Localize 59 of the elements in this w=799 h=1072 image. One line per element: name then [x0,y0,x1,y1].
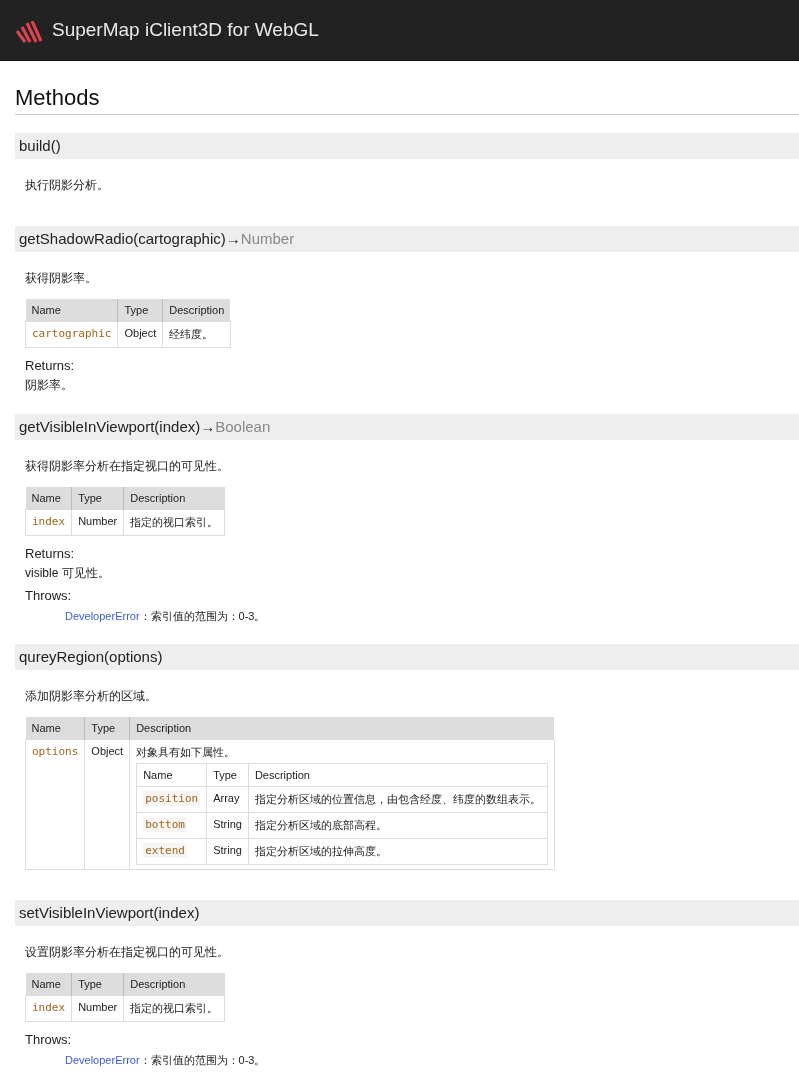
error-link[interactable]: DeveloperError [65,1054,140,1066]
throws-text: DeveloperError：索引值的范围为：0-3。 [64,1053,267,1068]
method-description: 添加阴影率分析的区域。 [25,688,158,705]
site-title[interactable]: SuperMap iClient3D for WebGL [52,19,319,41]
property-name: position [143,791,201,806]
param-type: Number [71,509,124,536]
column-header: Name [25,487,72,510]
property-type: String [206,812,249,839]
param-description: 指定的视口索引。 [123,509,225,536]
param-name: index [25,509,72,536]
property-description: 指定分析区域的底部高程。 [248,812,548,839]
column-header: Description [248,763,548,787]
property-name: bottom [143,817,187,832]
method-signature: qureyRegion(options) [15,644,799,670]
property-type: Array [206,786,249,813]
property-description: 指定分析区域的拉伸高度。 [248,838,548,865]
error-link[interactable]: DeveloperError [65,610,140,622]
method-description: 设置阴影率分析在指定视口的可见性。 [25,944,230,961]
returns-text: visible 可见性。 [25,565,111,582]
method-description: 获得阴影率分析在指定视口的可见性。 [25,458,230,475]
property-description: 指定分析区域的位置信息，由包含经度、纬度的数组表示。 [248,786,548,813]
column-header: Type [71,973,124,996]
section-heading: Methods [15,85,799,115]
method-signature: setVisibleInViewport(index) [15,900,799,926]
method-signature: build() [15,133,799,159]
column-header: Description [162,299,231,322]
throws-label: Throws: [25,588,73,603]
column-header: Type [118,299,163,322]
column-header: Description [123,973,225,996]
method-signature: getVisibleInViewport(index)→Boolean [15,414,799,440]
param-description: 经纬度。 [162,321,231,348]
method-signature: getShadowRadio(cartographic)→Number [15,226,799,252]
param-type: Number [71,995,124,1022]
param-name: cartographic [25,321,118,348]
column-header: Type [71,487,124,510]
returns-label: Returns: [25,358,76,373]
param-name: index [25,995,72,1022]
method-description: 获得阴影率。 [25,270,98,287]
param-type: Object [84,739,130,870]
column-header: Type [206,763,249,787]
column-header: Name [25,299,118,322]
column-header: Description [123,487,225,510]
column-header: Type [84,717,130,740]
column-header: Name [25,973,72,996]
returns-label: Returns: [25,546,76,561]
property-type: String [206,838,249,865]
property-name: extend [143,843,187,858]
param-name: options [25,739,85,870]
column-header: Name [136,763,207,787]
param-type: Object [118,321,163,348]
throws-text: DeveloperError：索引值的范围为：0-3。 [64,609,267,624]
returns-text: 阴影率。 [25,377,74,394]
logo-icon [16,21,42,43]
method-description: 执行阴影分析。 [25,177,110,194]
param-description: 指定的视口索引。 [123,995,225,1022]
column-header: Description [129,717,555,740]
throws-label: Throws: [25,1032,73,1047]
param-description: 对象具有如下属性。 [136,745,237,760]
column-header: Name [25,717,85,740]
